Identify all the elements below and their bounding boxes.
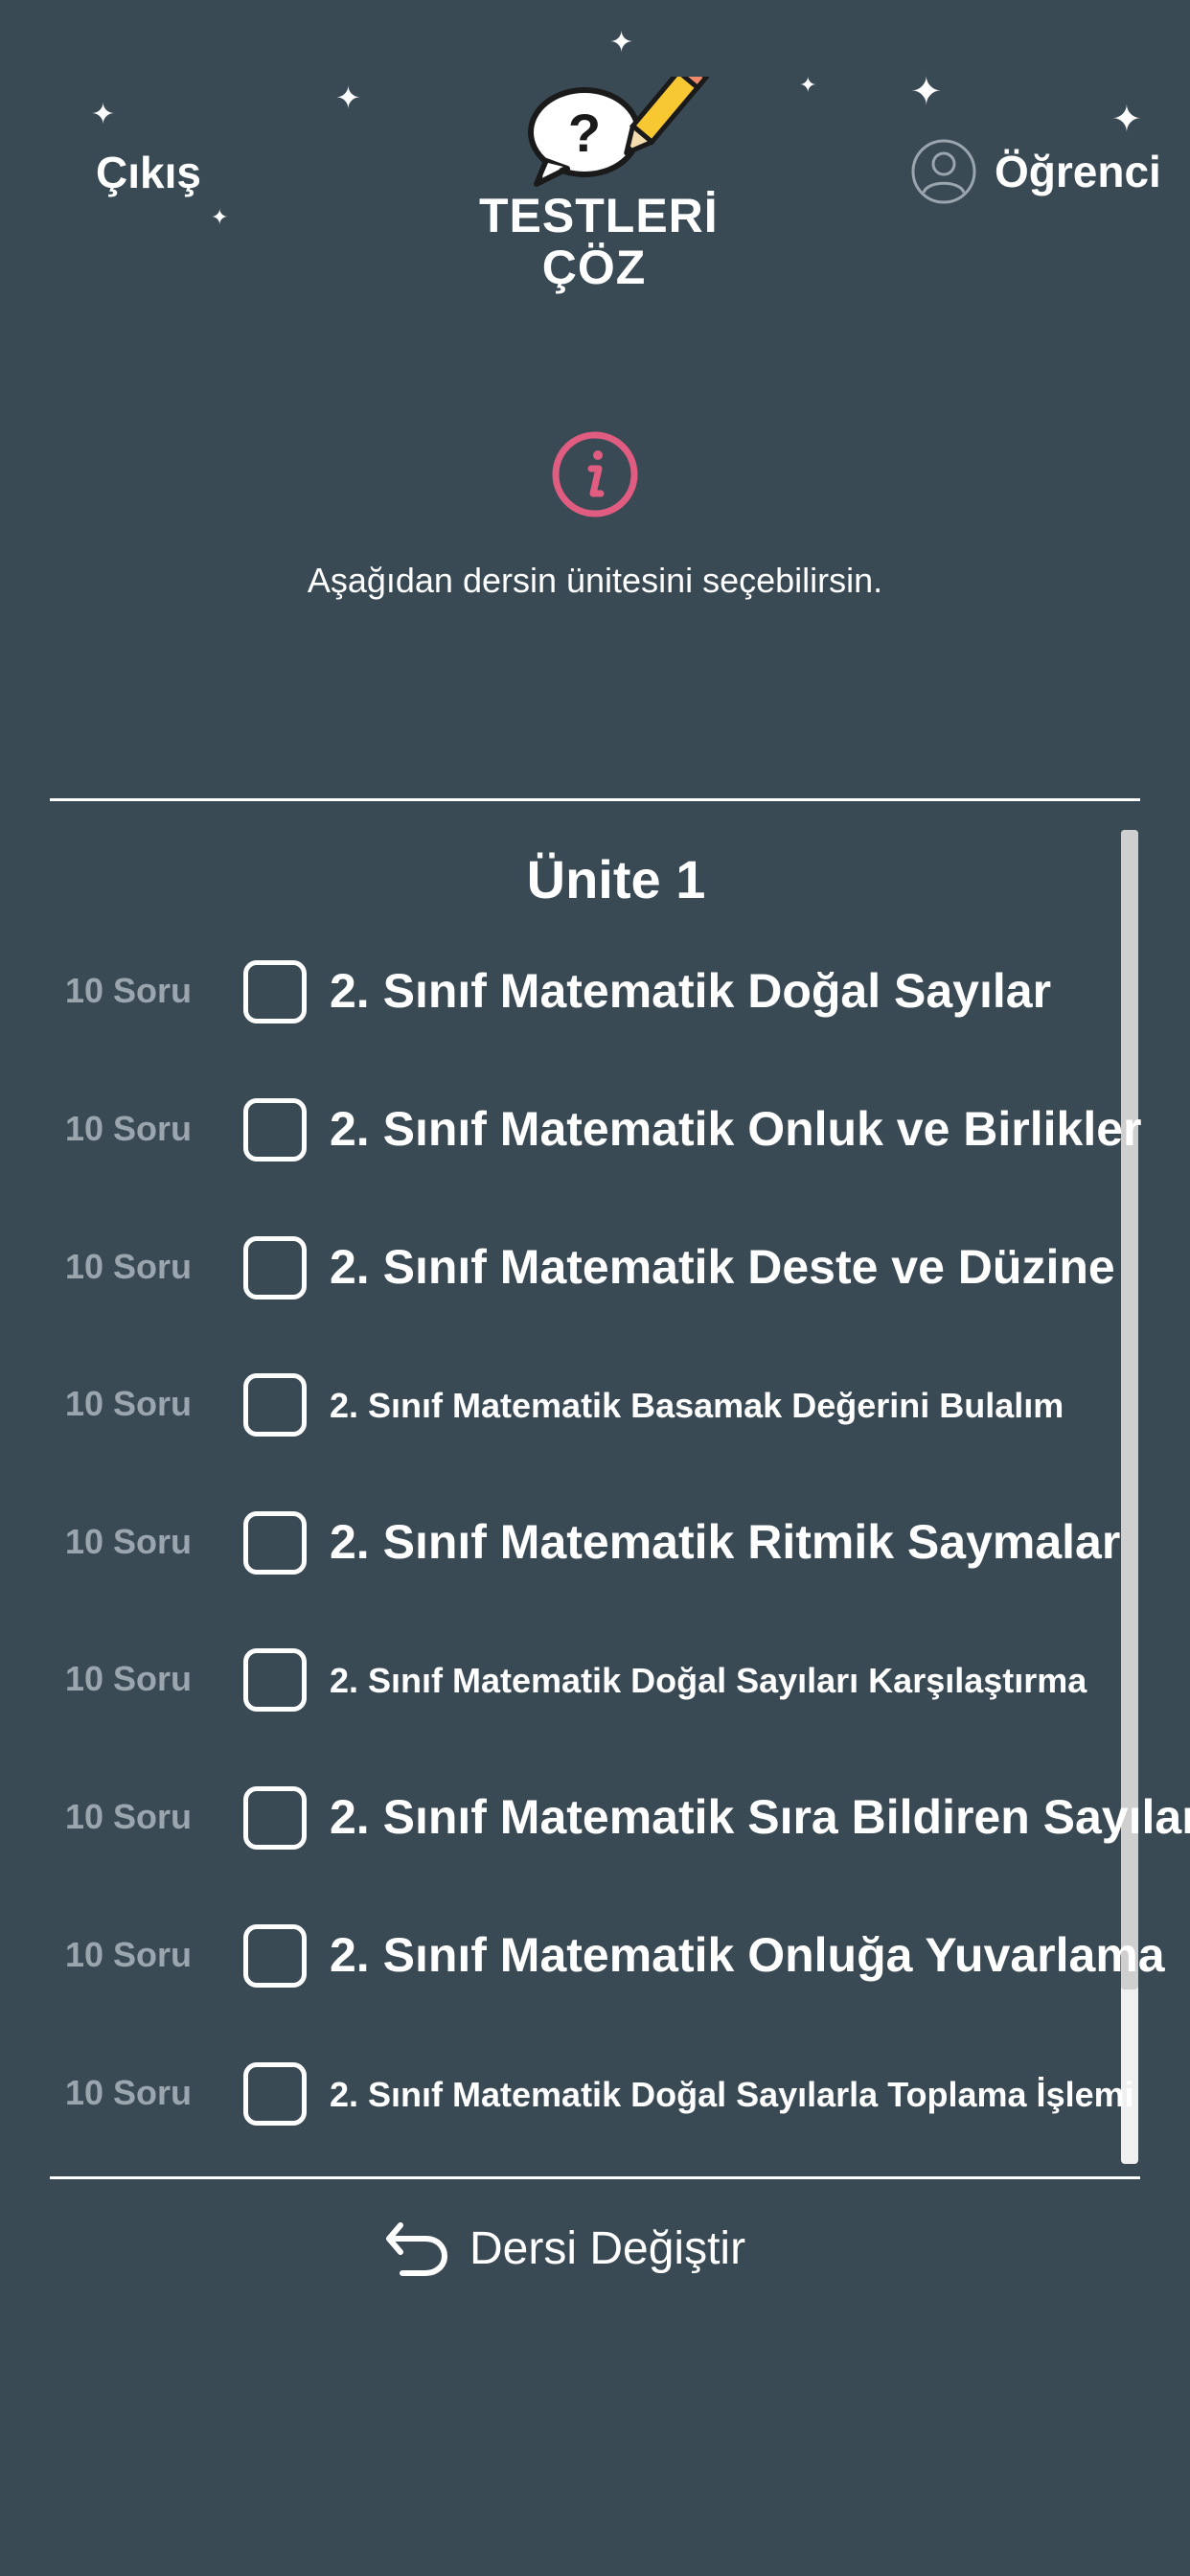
- checkbox[interactable]: [243, 1511, 307, 1575]
- list-item[interactable]: 10 Soru 2. Sınıf Matematik Basamak Değer…: [0, 1359, 1119, 1455]
- info-message: Aşağıdan dersin ünitesini seçebilirsin.: [307, 561, 883, 600]
- user-label: Öğrenci: [995, 147, 1161, 196]
- logo-title: TESTLERİ ÇÖZ: [479, 189, 719, 294]
- checkbox[interactable]: [243, 1648, 307, 1712]
- checkbox[interactable]: [243, 1236, 307, 1300]
- sparkle-icon: ✦: [91, 99, 116, 130]
- exit-button[interactable]: Çıkış: [96, 144, 201, 201]
- test-title: 2. Sınıf Matematik Doğal Sayılarla Topla…: [330, 2075, 1134, 2114]
- undo-arrow-icon: [386, 2222, 448, 2276]
- change-course-button[interactable]: Dersi Değiştir: [383, 2220, 745, 2277]
- sparkle-icon: ✦: [910, 71, 943, 113]
- question-count: 10 Soru: [65, 971, 193, 1010]
- question-count: 10 Soru: [65, 2073, 193, 2112]
- list-item[interactable]: 10 Soru 2. Sınıf Matematik Doğal Sayılar…: [0, 2048, 1134, 2144]
- question-count: 10 Soru: [65, 1659, 193, 1698]
- question-count: 10 Soru: [65, 1247, 193, 1286]
- logo: ? TESTLERİ ÇÖZ: [479, 77, 719, 297]
- test-title: 2. Sınıf Matematik Basamak Değerini Bula…: [330, 1386, 1064, 1425]
- test-title: 2. Sınıf Matematik Deste ve Düzine: [330, 1240, 1115, 1294]
- divider-top: [50, 798, 1140, 801]
- test-title: 2. Sınıf Matematik Onluk ve Birlikler: [330, 1102, 1142, 1156]
- test-title: 2. Sınıf Matematik Onluğa Yuvarlama: [330, 1928, 1165, 1982]
- test-title: 2. Sınıf Matematik Doğal Sayılar: [330, 964, 1052, 1018]
- test-title: 2. Sınıf Matematik Ritmik Saymalar: [330, 1515, 1121, 1569]
- list-item[interactable]: 10 Soru 2. Sınıf Matematik Ritmik Saymal…: [0, 1497, 1121, 1593]
- test-title: 2. Sınıf Matematik Sıra Bildiren Sayılar: [330, 1790, 1190, 1844]
- question-count: 10 Soru: [65, 1935, 193, 1974]
- list-item[interactable]: 10 Soru 2. Sınıf Matematik Doğal Sayılar…: [0, 1634, 1119, 1730]
- question-count: 10 Soru: [65, 1109, 193, 1148]
- sparkle-icon: ✦: [799, 73, 817, 97]
- question-bubble-pencil-icon: ?: [528, 77, 709, 187]
- sparkle-icon: ✦: [609, 27, 634, 58]
- question-count: 10 Soru: [65, 1797, 193, 1836]
- list-item[interactable]: 10 Soru 2. Sınıf Matematik Onluğa Yuvarl…: [0, 1910, 1165, 2006]
- unit-title: Ünite 1: [526, 849, 706, 909]
- info-icon: [552, 431, 638, 518]
- test-title: 2. Sınıf Matematik Doğal Sayıları Karşıl…: [330, 1661, 1087, 1700]
- sparkle-icon: ✦: [1111, 100, 1142, 140]
- checkbox[interactable]: [243, 960, 307, 1024]
- list-item[interactable]: 10 Soru 2. Sınıf Matematik Doğal Sayılar: [0, 946, 1119, 1042]
- list-item[interactable]: 10 Soru 2. Sınıf Matematik Sıra Bildiren…: [0, 1772, 1190, 1868]
- checkbox[interactable]: [243, 1786, 307, 1850]
- question-count: 10 Soru: [65, 1522, 193, 1561]
- user-profile-button[interactable]: Öğrenci: [910, 138, 1161, 205]
- checkbox[interactable]: [243, 1373, 307, 1437]
- checkbox[interactable]: [243, 1098, 307, 1162]
- sparkle-icon: ✦: [211, 205, 229, 229]
- list-item[interactable]: 10 Soru 2. Sınıf Matematik Onluk ve Birl…: [0, 1084, 1142, 1180]
- checkbox[interactable]: [243, 2062, 307, 2126]
- user-circle-icon: [911, 139, 976, 204]
- svg-text:?: ?: [568, 103, 601, 163]
- checkbox[interactable]: [243, 1924, 307, 1988]
- logo-line1: TESTLERİ: [479, 189, 719, 242]
- question-count: 10 Soru: [65, 1384, 193, 1423]
- list-item[interactable]: 10 Soru 2. Sınıf Matematik Deste ve Düzi…: [0, 1222, 1119, 1318]
- sparkle-icon: ✦: [335, 80, 361, 115]
- divider-bottom: [50, 2176, 1140, 2179]
- logo-line2: ÇÖZ: [541, 241, 647, 294]
- change-course-label: Dersi Değiştir: [469, 2222, 746, 2274]
